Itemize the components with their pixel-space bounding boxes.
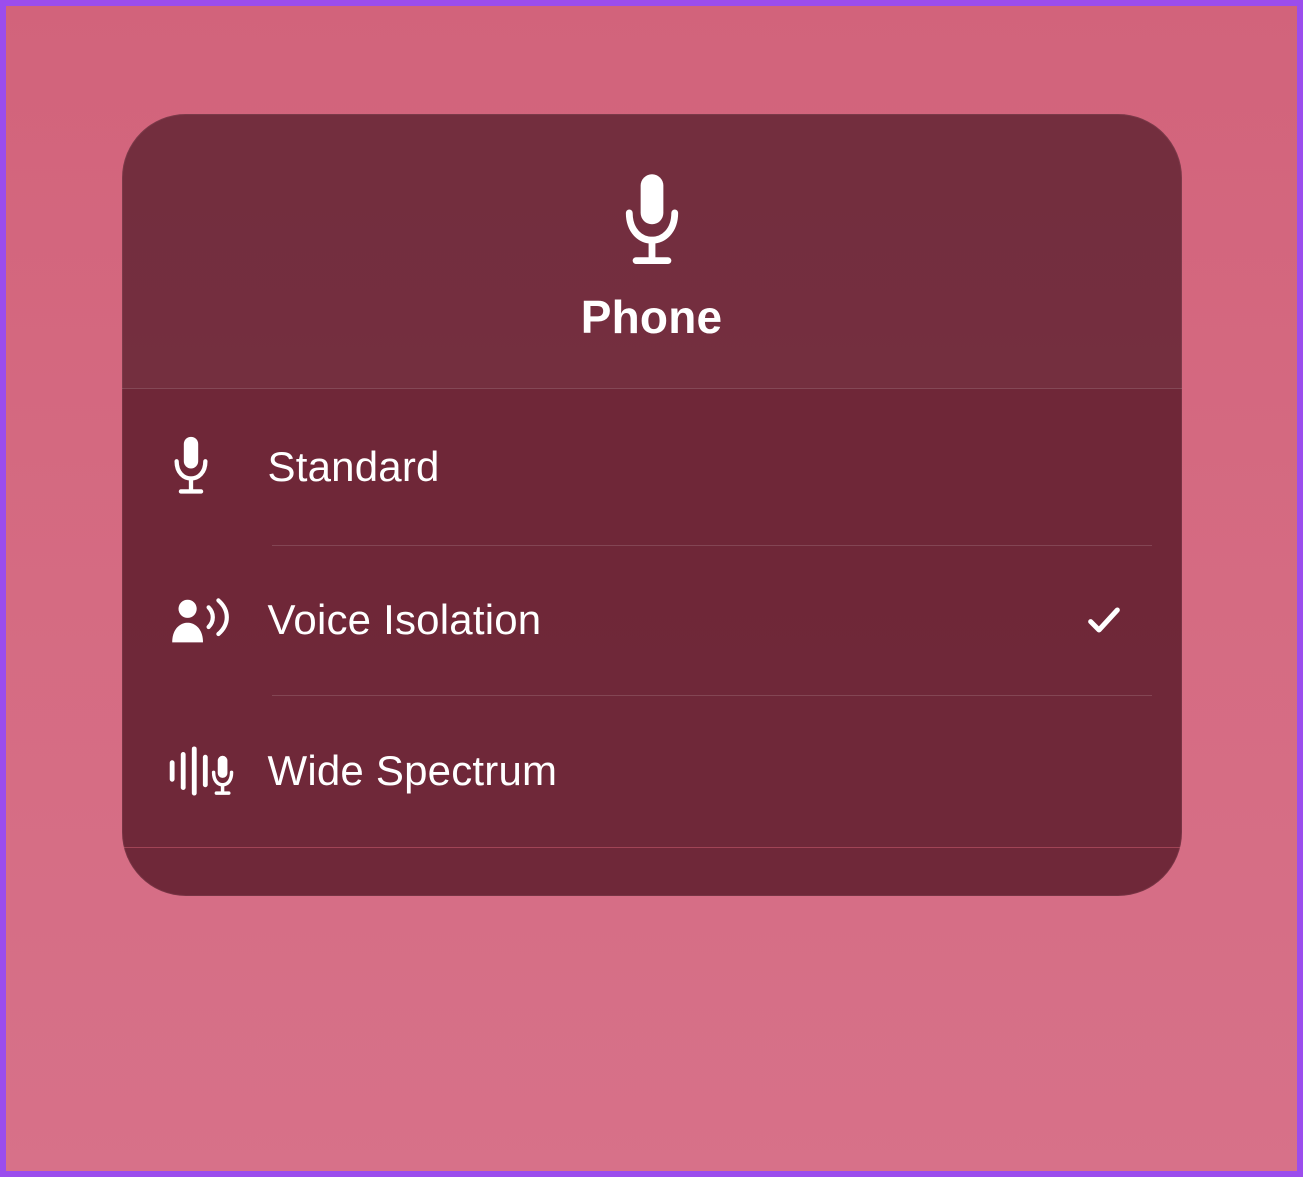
option-wide-spectrum[interactable]: Wide Spectrum xyxy=(152,695,1152,847)
panel-title: Phone xyxy=(581,290,723,344)
microphone-icon xyxy=(168,435,268,499)
checkmark-icon xyxy=(1080,600,1128,640)
option-label: Voice Isolation xyxy=(268,596,1080,644)
microphone-icon xyxy=(615,172,689,272)
option-label: Standard xyxy=(268,443,1080,491)
panel-header: Phone xyxy=(122,114,1182,389)
mic-mode-panel: Phone Standard xyxy=(122,114,1182,896)
option-standard[interactable]: Standard xyxy=(152,389,1152,545)
voice-isolation-icon xyxy=(168,591,268,649)
option-voice-isolation[interactable]: Voice Isolation xyxy=(152,545,1152,695)
panel-footer-spacer xyxy=(122,848,1182,896)
wide-spectrum-icon xyxy=(168,741,268,801)
option-label: Wide Spectrum xyxy=(268,747,1080,795)
mic-mode-options: Standard Voice Isolation xyxy=(122,389,1182,847)
